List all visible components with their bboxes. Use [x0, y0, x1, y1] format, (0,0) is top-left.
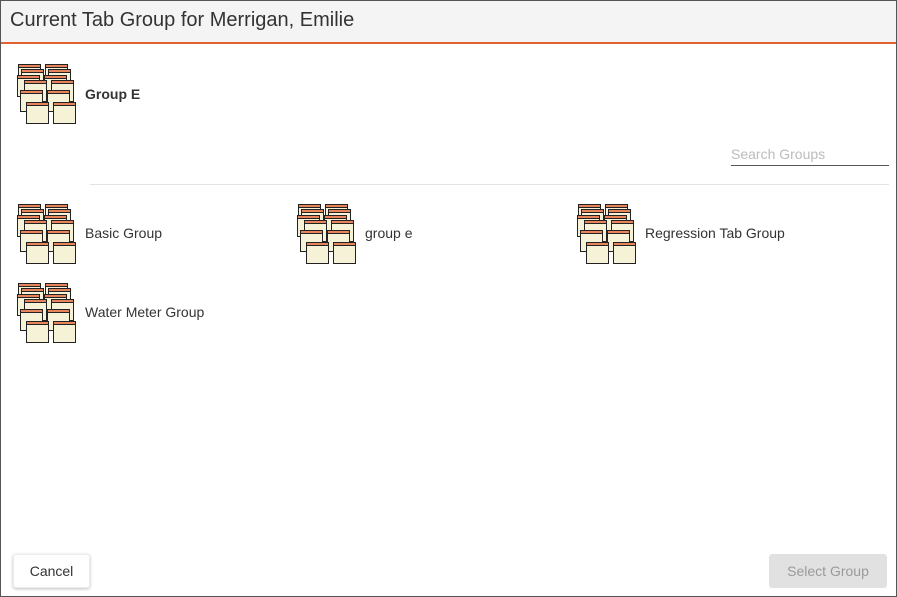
search-groups-input[interactable] — [731, 143, 889, 166]
group-tile-regression-tab-group[interactable]: Regression Tab Group — [577, 203, 807, 267]
group-tile-group-e[interactable]: group e — [297, 203, 427, 267]
group-tile-label: Regression Tab Group — [645, 225, 785, 241]
group-tile-basic-group[interactable]: Basic Group — [17, 203, 177, 267]
group-tile-water-meter-group[interactable]: Water Meter Group — [17, 282, 227, 346]
tab-group-icon — [297, 203, 359, 265]
group-tile-label: Water Meter Group — [85, 304, 205, 320]
tab-group-dialog: Current Tab Group for Merrigan, Emilie G… — [0, 0, 897, 597]
group-tile-label: group e — [365, 225, 413, 241]
tab-group-icon — [17, 203, 79, 265]
dialog-header: Current Tab Group for Merrigan, Emilie — [1, 1, 896, 44]
group-tile-label: Basic Group — [85, 225, 163, 241]
select-group-button[interactable]: Select Group — [769, 554, 887, 588]
dialog-title: Current Tab Group for Merrigan, Emilie — [10, 9, 355, 31]
cancel-button[interactable]: Cancel — [13, 554, 90, 588]
divider — [90, 184, 889, 185]
tab-group-icon — [17, 63, 79, 125]
current-group-name: Group E — [85, 86, 141, 102]
tab-group-icon — [17, 282, 79, 344]
tab-group-icon — [577, 203, 639, 265]
